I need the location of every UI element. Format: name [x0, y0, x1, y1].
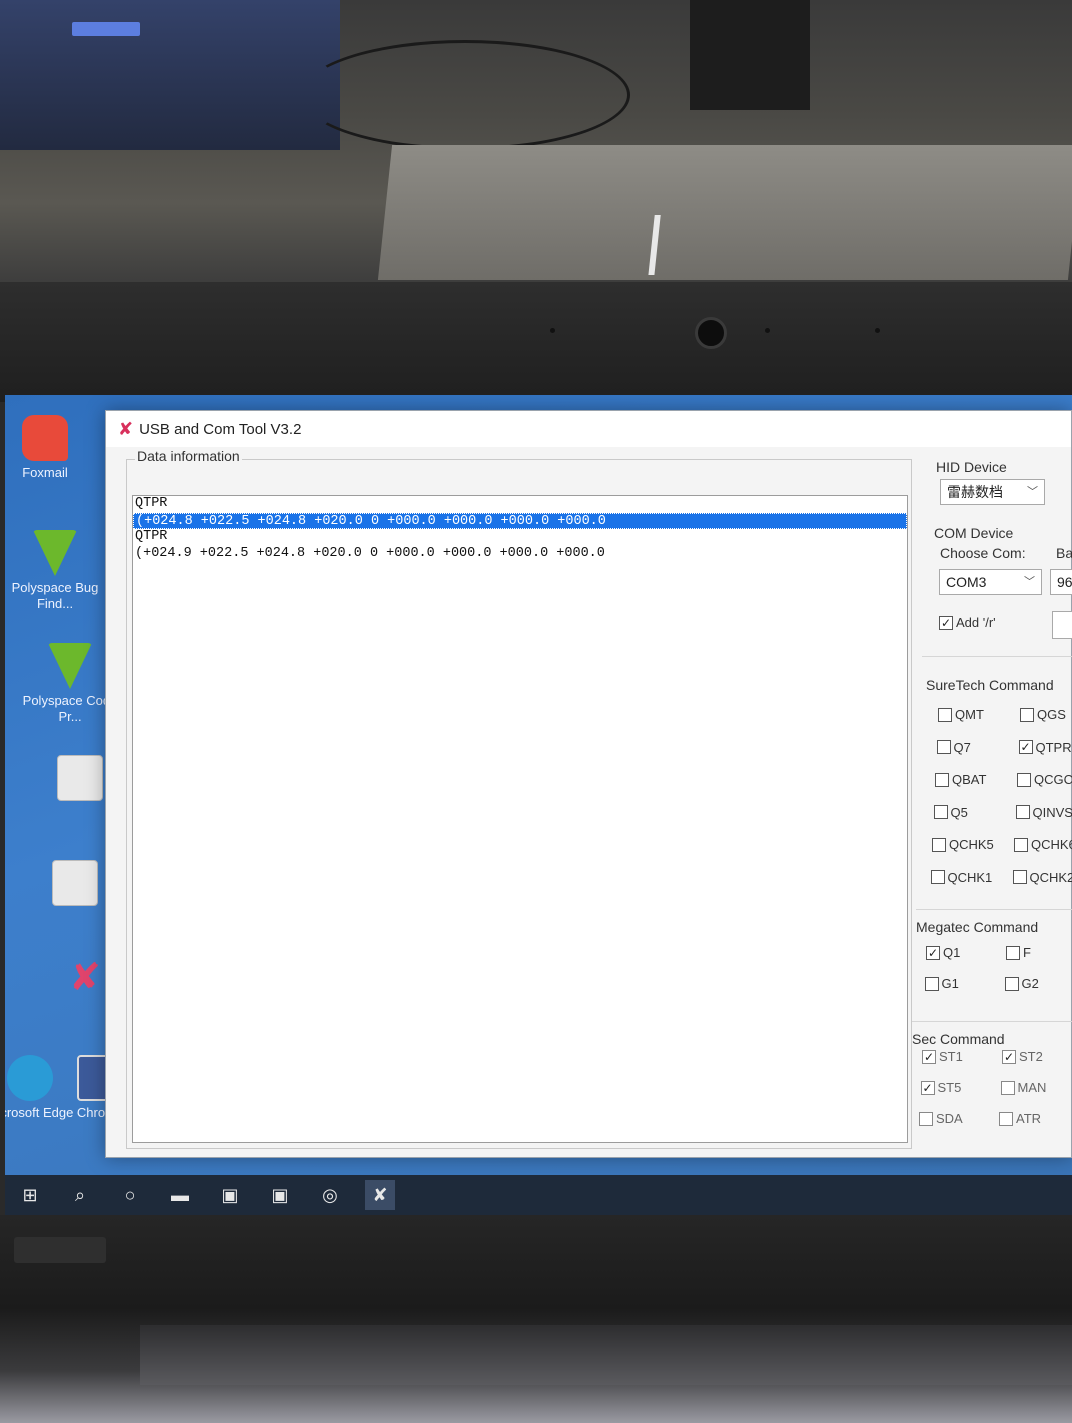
- sec-checkbox-atr[interactable]: ATR: [999, 1111, 1041, 1126]
- usb-com-tool-icon: ✘: [69, 957, 101, 999]
- app-icon[interactable]: ▣: [265, 1180, 295, 1210]
- background-fan: [690, 0, 810, 110]
- send-input[interactable]: [1052, 611, 1072, 639]
- sec-checkbox-st1[interactable]: ✓ ST1: [922, 1049, 963, 1064]
- checkbox-checked-icon: ✓: [1018, 740, 1033, 754]
- megatec-checkbox-g1[interactable]: G1: [924, 976, 959, 991]
- windows-start-icon[interactable]: ⊞: [15, 1180, 45, 1210]
- desktop-icon-polyspace-bug[interactable]: Polyspace Bug Find...: [5, 530, 105, 612]
- suretech-checkbox-qchk6[interactable]: QCHK6: [1014, 837, 1072, 852]
- usb-com-tool-icon: ✘: [118, 418, 134, 439]
- suretech-checkbox-qbat[interactable]: QBAT: [935, 772, 986, 787]
- window-titlebar[interactable]: ✘ USB and Com Tool V3.2: [106, 411, 1071, 447]
- checkbox-unchecked-icon: [1006, 945, 1020, 960]
- suretech-checkbox-qchk5[interactable]: QCHK5: [932, 837, 994, 852]
- data-information-list[interactable]: QTPR (+024.8 +022.5 +024.8 +020.0 0 +000…: [132, 495, 908, 1143]
- checkbox-unchecked-icon: [933, 805, 948, 819]
- list-item-selected[interactable]: (+024.8 +022.5 +024.8 +020.0 0 +000.0 +0…: [133, 512, 907, 529]
- app-icon[interactable]: ▣: [215, 1180, 245, 1210]
- com-port-select[interactable]: COM3 ﹀: [939, 569, 1042, 595]
- checkbox-unchecked-icon: [919, 1111, 933, 1126]
- checkbox-unchecked-icon: [1000, 1080, 1015, 1095]
- suretech-checkbox-q7[interactable]: Q7: [936, 740, 971, 755]
- hid-device-title: HID Device: [936, 459, 1007, 475]
- checkbox-checked-icon: ✓: [926, 945, 940, 960]
- document-icon: [52, 860, 98, 906]
- edge-icon: [7, 1055, 53, 1101]
- checkbox-unchecked-icon: [924, 976, 939, 991]
- checkbox-unchecked-icon: [935, 772, 949, 787]
- checkbox-unchecked-icon: [932, 837, 946, 852]
- webcam-icon: [695, 317, 727, 349]
- laptop-logo: [14, 1237, 106, 1263]
- add-r-checkbox[interactable]: ✓ Add '/r': [939, 615, 996, 630]
- list-item[interactable]: (+024.9 +022.5 +024.8 +020.0 0 +000.0 +0…: [133, 546, 907, 563]
- suretech-checkbox-qinvs[interactable]: QINVS: [1015, 805, 1072, 820]
- chevron-down-icon: ﹀: [1027, 486, 1038, 498]
- checkbox-unchecked-icon: [1020, 707, 1034, 722]
- suretech-checkbox-qtpr[interactable]: ✓ QTPR: [1018, 740, 1072, 755]
- suretech-checkbox-q5[interactable]: Q5: [933, 805, 968, 820]
- suretech-checkbox-qgs[interactable]: QGS: [1020, 707, 1066, 722]
- task-view-icon[interactable]: ○: [115, 1180, 145, 1210]
- list-item[interactable]: QTPR: [133, 496, 907, 513]
- file-explorer-icon[interactable]: ▬: [165, 1180, 195, 1210]
- chevron-down-icon: ﹀: [1024, 576, 1035, 588]
- baud-label: Ba: [1056, 545, 1072, 561]
- search-icon[interactable]: ⌕: [65, 1180, 95, 1210]
- checkbox-unchecked-icon: [1017, 772, 1031, 787]
- checkbox-unchecked-icon: [938, 707, 952, 722]
- suretech-checkbox-qchk1[interactable]: QCHK1: [930, 870, 992, 885]
- checkbox-unchecked-icon: [1004, 976, 1019, 991]
- checkbox-checked-icon: ✓: [920, 1080, 935, 1095]
- suretech-checkbox-qmt[interactable]: QMT: [938, 707, 984, 722]
- checkbox-unchecked-icon: [1015, 805, 1030, 819]
- document-icon: [57, 755, 103, 801]
- suretech-checkbox-qcgc[interactable]: QCGC: [1017, 772, 1072, 787]
- hid-device-select[interactable]: 雷赫数档 ﹀: [940, 479, 1045, 505]
- megatec-checkbox-f[interactable]: F: [1006, 945, 1031, 960]
- taskbar: ⊞ ⌕ ○ ▬ ▣ ▣ ◎ ✘: [5, 1175, 1072, 1215]
- checkbox-unchecked-icon: [1012, 870, 1027, 884]
- data-information-label: Data information: [135, 448, 242, 464]
- app-icon[interactable]: ◎: [315, 1180, 345, 1210]
- checkbox-unchecked-icon: [1014, 837, 1028, 852]
- background-box: [377, 145, 1072, 280]
- sec-checkbox-st2[interactable]: ✓ ST2: [1002, 1049, 1043, 1064]
- checkbox-checked-icon: ✓: [939, 615, 953, 630]
- choose-com-label: Choose Com:: [940, 545, 1026, 561]
- foxmail-icon: [22, 415, 68, 461]
- checkbox-unchecked-icon: [936, 740, 951, 754]
- checkbox-unchecked-icon: [930, 870, 945, 884]
- megatec-checkbox-q1[interactable]: ✓ Q1: [926, 945, 960, 960]
- desktop-icon-foxmail[interactable]: Foxmail: [5, 415, 95, 481]
- megatec-checkbox-g2[interactable]: G2: [1004, 976, 1039, 991]
- com-device-title: COM Device: [934, 525, 1014, 541]
- suretech-checkbox-qchk2[interactable]: QCHK2: [1012, 870, 1072, 885]
- checkbox-unchecked-icon: [999, 1111, 1013, 1126]
- data-information-group: Data information QTPR (+024.8 +022.5 +02…: [126, 448, 912, 1149]
- polyspace-icon: [33, 530, 77, 576]
- laptop-hinge: [140, 1325, 1072, 1385]
- photo-background: [0, 0, 1072, 290]
- app-window: ✘ USB and Com Tool V3.2 Data information…: [105, 410, 1072, 1158]
- usb-com-tool-icon[interactable]: ✘: [365, 1180, 395, 1210]
- sec-command-title: Sec Command: [912, 1031, 1005, 1047]
- checkbox-checked-icon: ✓: [1002, 1049, 1016, 1064]
- control-panel: HID Device 雷赫数档 ﹀ COM Device Choose Com:…: [912, 451, 1072, 1151]
- sec-checkbox-sda[interactable]: SDA: [919, 1111, 963, 1126]
- sec-checkbox-man[interactable]: MAN: [1000, 1080, 1046, 1095]
- checkbox-checked-icon: ✓: [922, 1049, 936, 1064]
- list-item[interactable]: QTPR: [133, 529, 907, 546]
- baud-rate-select[interactable]: 96: [1050, 569, 1072, 595]
- sec-checkbox-st5[interactable]: ✓ ST5: [920, 1080, 961, 1095]
- window-title: USB and Com Tool V3.2: [139, 420, 302, 438]
- laptop-bezel-top: [0, 282, 1072, 402]
- megatec-command-title: Megatec Command: [916, 919, 1039, 935]
- background-device: [0, 0, 340, 150]
- desktop: Foxmail Polyspace Bug Find... Polyspace …: [5, 395, 1072, 1215]
- suretech-command-title: SureTech Command: [926, 677, 1054, 693]
- polyspace-icon: [48, 643, 92, 689]
- laptop-bezel-bottom: [0, 1215, 1072, 1423]
